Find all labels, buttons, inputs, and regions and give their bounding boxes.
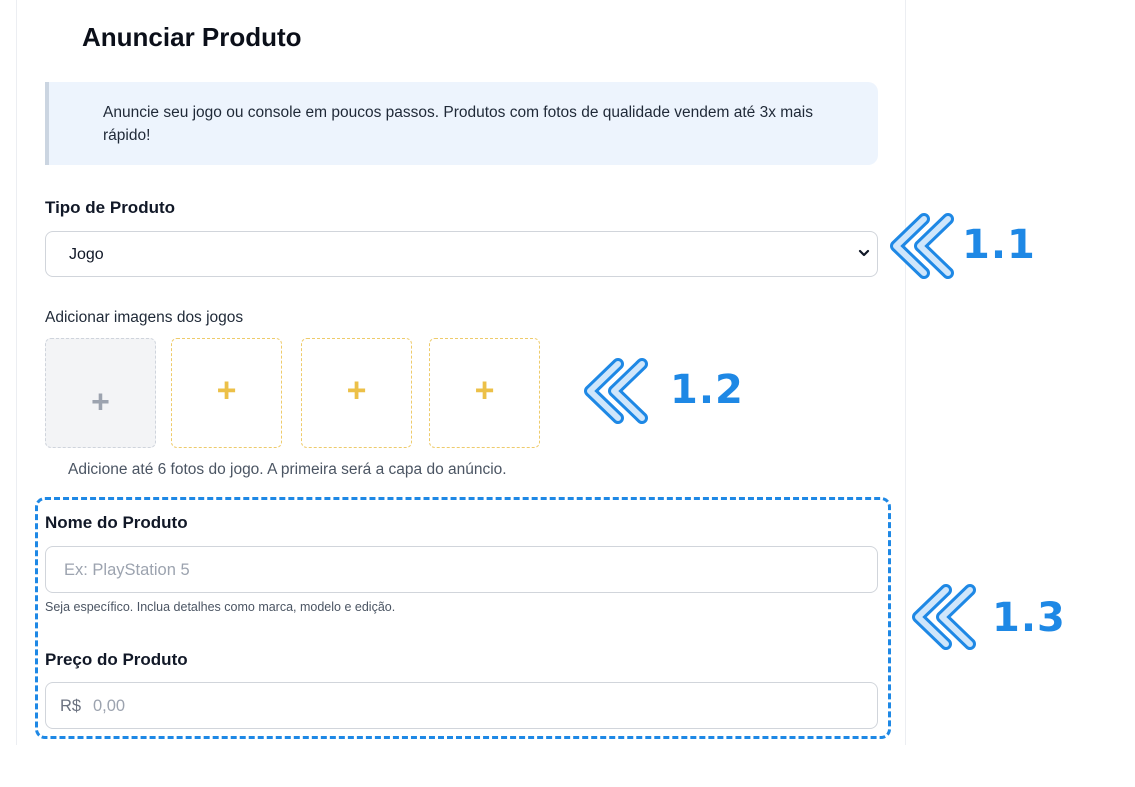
plus-icon: + <box>346 371 367 410</box>
callout-label: 1.3 <box>992 595 1066 641</box>
product-type-value: Jogo <box>69 246 104 263</box>
double-chevron-left-icon <box>912 584 976 650</box>
product-type-label: Tipo de Produto <box>45 198 176 217</box>
double-chevron-left-icon <box>584 358 648 424</box>
callout-1-2: 1.2 <box>582 358 752 424</box>
images-helper-text: Adicione até 6 fotos do jogo. A primeira… <box>68 461 507 478</box>
highlight-box <box>35 497 891 739</box>
info-text: Anuncie seu jogo ou console em poucos pa… <box>103 104 813 144</box>
callout-label: 1.1 <box>962 222 1036 268</box>
info-banner: Anuncie seu jogo ou console em poucos pa… <box>45 82 878 165</box>
callout-label: 1.2 <box>670 367 744 413</box>
plus-icon: + <box>91 383 110 420</box>
chevron-down-icon <box>858 249 870 257</box>
image-upload-slot-cover[interactable]: + <box>45 338 156 448</box>
image-upload-slot[interactable]: + <box>301 338 412 448</box>
plus-icon: + <box>474 371 495 410</box>
image-upload-slot[interactable]: + <box>171 338 282 448</box>
image-upload-slot[interactable]: + <box>429 338 540 448</box>
double-chevron-left-icon <box>890 213 954 279</box>
page-title: Anunciar Produto <box>82 22 302 52</box>
images-label: Adicionar imagens dos jogos <box>45 309 244 326</box>
callout-1-1: 1.1 <box>888 213 1038 279</box>
callout-1-3: 1.3 <box>910 584 1070 650</box>
plus-icon: + <box>216 371 237 410</box>
product-type-select[interactable]: Jogo <box>45 231 878 277</box>
